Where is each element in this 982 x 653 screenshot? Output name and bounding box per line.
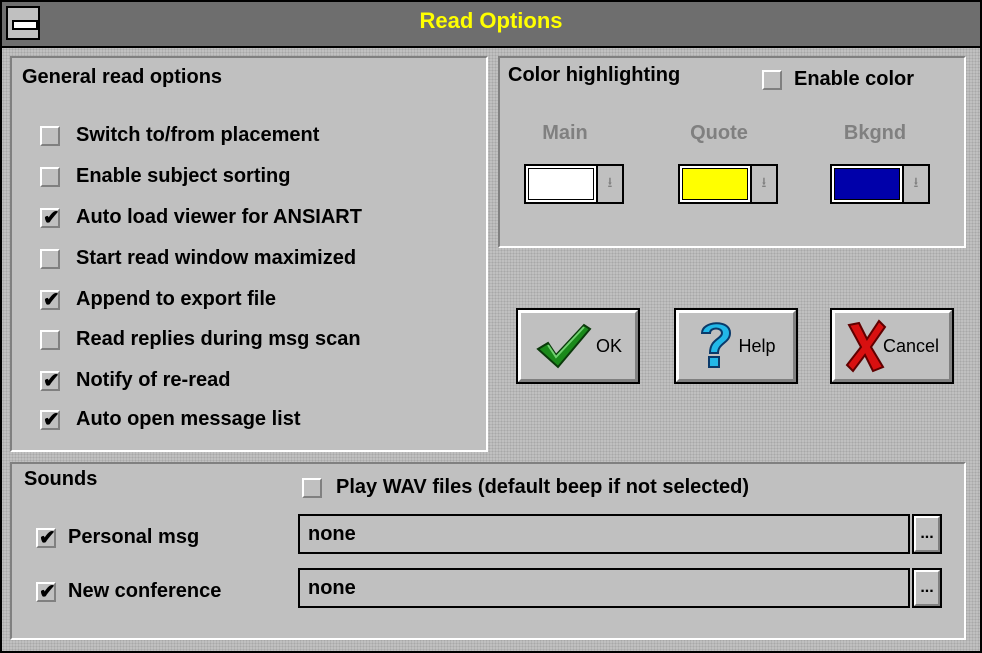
bkgnd-color-swatch [834, 168, 900, 200]
ok-label: OK [595, 335, 622, 356]
option-read-replies[interactable]: Read replies during msg scan [40, 328, 361, 351]
option-label: Switch to/from placement [76, 124, 320, 146]
option-auto-load-viewer[interactable]: Auto load viewer for ANSIART [40, 205, 362, 230]
option-notify-reread[interactable]: Notify of re-read [40, 368, 231, 393]
new-conference-field[interactable]: none [298, 568, 910, 608]
new-conference-checkbox[interactable]: New conference [36, 579, 222, 604]
option-append-export[interactable]: Append to export file [40, 287, 276, 312]
personal-msg-checkbox[interactable]: Personal msg [36, 525, 200, 550]
personal-msg-label: Personal msg [68, 526, 200, 548]
down-arrow-icon[interactable]: ⭳ [902, 166, 928, 202]
bkgnd-color-label: Bkgnd [843, 122, 907, 144]
checkbox[interactable] [40, 368, 60, 393]
enable-color-label: Enable color [794, 68, 915, 90]
option-start-maximized[interactable]: Start read window maximized [40, 247, 356, 270]
new-conference-browse-button[interactable]: ... [912, 568, 942, 608]
window-title: Read Options [419, 8, 563, 33]
red-x-icon [845, 319, 887, 373]
checkbox[interactable] [762, 69, 782, 90]
option-label: Append to export file [76, 288, 276, 310]
personal-msg-browse-button[interactable]: ... [912, 514, 942, 554]
read-options-window: Read Options General read options Switch… [0, 0, 982, 653]
checkbox[interactable] [40, 287, 60, 312]
main-color-dropdown[interactable]: ⭳ [524, 164, 624, 204]
sounds-group: Sounds Play WAV files (default beep if n… [10, 462, 966, 640]
option-label: Read replies during msg scan [76, 328, 361, 350]
bkgnd-color-dropdown[interactable]: ⭳ [830, 164, 930, 204]
checkbox[interactable] [40, 125, 60, 146]
option-label: Start read window maximized [76, 247, 357, 269]
help-button[interactable]: Help [674, 308, 798, 384]
question-mark-icon [701, 322, 732, 368]
down-arrow-icon[interactable]: ⭳ [750, 166, 776, 202]
quote-color-swatch [682, 168, 748, 200]
cancel-button[interactable]: Cancel [830, 308, 954, 384]
checkbox[interactable] [40, 205, 60, 230]
new-conference-label: New conference [68, 580, 222, 602]
help-label: Help [738, 335, 776, 356]
checkbox[interactable] [40, 329, 60, 350]
checkbox[interactable] [40, 166, 60, 187]
color-highlighting-label: Color highlighting [508, 64, 681, 86]
checkbox[interactable] [302, 477, 322, 498]
title-bar: Read Options [2, 2, 980, 48]
play-wav-checkbox[interactable]: Play WAV files (default beep if not sele… [302, 476, 749, 499]
option-auto-open-list[interactable]: Auto open message list [40, 407, 301, 432]
ellipsis-icon: ... [920, 579, 934, 596]
quote-color-dropdown[interactable]: ⭳ [678, 164, 778, 204]
down-arrow-icon[interactable]: ⭳ [596, 166, 622, 202]
checkmark-icon [536, 323, 592, 369]
checkbox[interactable] [36, 579, 56, 604]
sounds-label: Sounds [24, 468, 98, 490]
main-color-swatch [528, 168, 594, 200]
main-color-label: Main [542, 122, 588, 144]
quote-color-label: Quote [690, 122, 748, 144]
enable-color-checkbox[interactable]: Enable color [762, 68, 914, 91]
option-label: Auto load viewer for ANSIART [76, 206, 362, 228]
option-switch-placement[interactable]: Switch to/from placement [40, 124, 319, 147]
option-label: Enable subject sorting [76, 165, 291, 187]
play-wav-label: Play WAV files (default beep if not sele… [336, 476, 750, 498]
checkbox[interactable] [40, 407, 60, 432]
option-subject-sorting[interactable]: Enable subject sorting [40, 165, 290, 188]
cancel-label: Cancel [882, 335, 940, 356]
checkbox[interactable] [36, 525, 56, 550]
color-highlighting-group: Color highlighting Enable color Main Quo… [498, 56, 966, 248]
option-label: Auto open message list [76, 408, 301, 430]
ok-button[interactable]: OK [516, 308, 640, 384]
personal-msg-field[interactable]: none [298, 514, 910, 554]
general-options-label: General read options [22, 66, 223, 88]
ellipsis-icon: ... [920, 525, 934, 542]
checkbox[interactable] [40, 248, 60, 269]
option-label: Notify of re-read [76, 369, 231, 391]
general-options-group: General read options Switch to/from plac… [10, 56, 488, 452]
